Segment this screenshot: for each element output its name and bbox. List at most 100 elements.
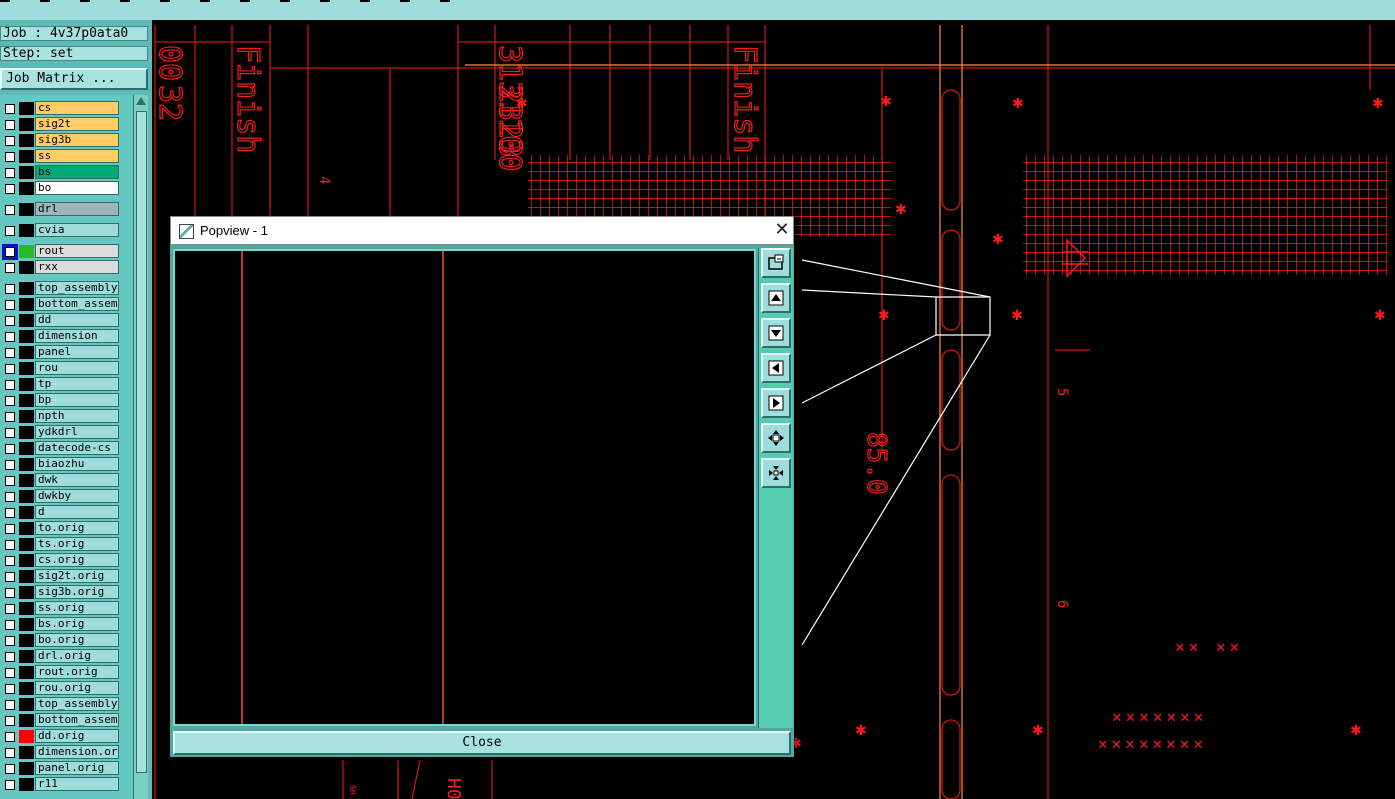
layer-row[interactable]: bottom_assembly (0, 297, 120, 312)
layer-checkbox[interactable] (5, 205, 15, 215)
layer-checkbox[interactable] (5, 184, 15, 194)
layer-row[interactable]: bo (0, 181, 120, 196)
layer-row[interactable]: dimension (0, 329, 120, 344)
popview-title-bar[interactable]: Popview - 1 ✕ (170, 216, 794, 245)
layer-checkbox[interactable] (5, 412, 15, 422)
layer-checkbox[interactable] (5, 316, 15, 326)
layer-checkbox[interactable] (5, 636, 15, 646)
close-button[interactable]: Close (173, 731, 791, 755)
layer-color-swatch (19, 134, 34, 147)
layer-checkbox[interactable] (5, 764, 15, 774)
layer-list-scrollbar[interactable] (133, 95, 148, 799)
layer-checkbox[interactable] (5, 716, 15, 726)
layer-row[interactable]: to.orig (0, 521, 120, 536)
layer-checkbox[interactable] (5, 226, 15, 236)
pan-up-button[interactable] (761, 283, 791, 313)
layer-row[interactable]: r11 (0, 777, 120, 792)
layer-row[interactable]: sig2t (0, 117, 120, 132)
layer-row[interactable]: datecode-cs (0, 441, 120, 456)
pan-down-button[interactable] (761, 318, 791, 348)
layer-checkbox[interactable] (5, 460, 15, 470)
scrollbar-thumb[interactable] (136, 111, 147, 773)
layer-checkbox[interactable] (5, 572, 15, 582)
layer-row[interactable]: drl (0, 202, 120, 217)
layer-checkbox[interactable] (5, 396, 15, 406)
layer-row[interactable]: d (0, 505, 120, 520)
layer-checkbox[interactable] (5, 104, 15, 114)
layer-row[interactable]: panel (0, 345, 120, 360)
layer-checkbox[interactable] (5, 668, 15, 678)
layer-checkbox[interactable] (5, 652, 15, 662)
layer-row[interactable]: drl.orig (0, 649, 120, 664)
popview-viewport[interactable] (173, 249, 756, 726)
layer-row[interactable]: panel.orig (0, 761, 120, 776)
layer-row[interactable]: dwk (0, 473, 120, 488)
layer-checkbox[interactable] (5, 556, 15, 566)
pan-left-button[interactable] (761, 353, 791, 383)
layer-checkbox[interactable] (5, 492, 15, 502)
layer-row[interactable]: ts.orig (0, 537, 120, 552)
zoom-out-button[interactable] (761, 458, 791, 488)
layer-checkbox[interactable] (5, 428, 15, 438)
layer-row[interactable]: rxx (0, 260, 120, 275)
layer-row[interactable]: sig3b.orig (0, 585, 120, 600)
layer-checkbox[interactable] (5, 604, 15, 614)
layer-checkbox[interactable] (5, 508, 15, 518)
layer-row[interactable]: top_assembly (0, 697, 120, 712)
pan-right-button[interactable] (761, 388, 791, 418)
layer-row[interactable]: dd (0, 313, 120, 328)
zoom-in-button[interactable] (761, 423, 791, 453)
layer-row[interactable]: biaozhu (0, 457, 120, 472)
layer-row[interactable]: bottom_assembly (0, 713, 120, 728)
layer-checkbox[interactable] (5, 444, 15, 454)
zoom-window-button[interactable] (761, 248, 791, 278)
layer-row[interactable]: dwkby (0, 489, 120, 504)
layer-row[interactable]: cs (0, 101, 120, 116)
close-icon[interactable]: ✕ (771, 219, 793, 241)
layer-row[interactable]: rou (0, 361, 120, 376)
layer-checkbox[interactable] (5, 732, 15, 742)
layer-row[interactable]: ss (0, 149, 120, 164)
layer-checkbox[interactable] (5, 476, 15, 486)
layer-row[interactable]: rout (0, 244, 120, 259)
layer-checkbox[interactable] (5, 136, 15, 146)
layer-checkbox[interactable] (5, 284, 15, 294)
layer-row[interactable]: top_assembly (0, 281, 120, 296)
layer-row[interactable]: rou.orig (0, 681, 120, 696)
layer-row[interactable]: rout.orig (0, 665, 120, 680)
layer-checkbox[interactable] (5, 120, 15, 130)
layer-row[interactable]: bo.orig (0, 633, 120, 648)
layer-row[interactable]: dimension.orig (0, 745, 120, 760)
layer-row[interactable]: ydkdrl (0, 425, 120, 440)
layer-checkbox[interactable] (5, 540, 15, 550)
layer-row[interactable]: npth (0, 409, 120, 424)
layer-checkbox[interactable] (5, 247, 15, 257)
layer-checkbox[interactable] (5, 300, 15, 310)
layer-checkbox[interactable] (5, 700, 15, 710)
layer-row[interactable]: cvia (0, 223, 120, 238)
layer-checkbox[interactable] (5, 524, 15, 534)
layer-row[interactable]: cs.orig (0, 553, 120, 568)
layer-checkbox[interactable] (5, 588, 15, 598)
layer-checkbox[interactable] (5, 263, 15, 273)
layer-checkbox[interactable] (5, 364, 15, 374)
layer-row[interactable]: sig3b (0, 133, 120, 148)
layer-checkbox[interactable] (5, 332, 15, 342)
layer-checkbox[interactable] (5, 152, 15, 162)
layer-checkbox[interactable] (5, 748, 15, 758)
layer-checkbox[interactable] (5, 620, 15, 630)
layer-row[interactable]: tp (0, 377, 120, 392)
layer-checkbox[interactable] (5, 684, 15, 694)
layer-row[interactable]: bs.orig (0, 617, 120, 632)
layer-checkbox[interactable] (5, 348, 15, 358)
layer-checkbox[interactable] (5, 380, 15, 390)
layer-row[interactable]: dd.orig (0, 729, 120, 744)
layer-row[interactable]: sig2t.orig (0, 569, 120, 584)
layer-row[interactable]: bp (0, 393, 120, 408)
layer-row[interactable]: bs (0, 165, 120, 180)
layer-row[interactable]: ss.orig (0, 601, 120, 616)
job-matrix-button[interactable]: Job Matrix ... (0, 68, 148, 90)
layer-checkbox[interactable] (5, 168, 15, 178)
scroll-up-icon[interactable] (136, 97, 146, 105)
layer-checkbox[interactable] (5, 780, 15, 790)
